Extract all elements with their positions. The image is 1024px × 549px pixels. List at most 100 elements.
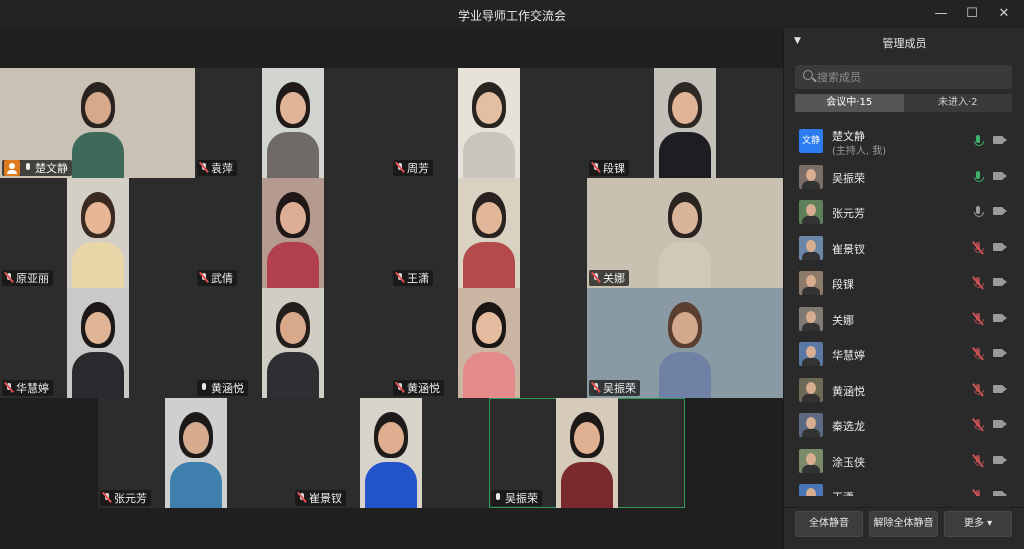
members-panel: ▼ 管理成员 会议中·15 未进入·2 文静楚文静(主持人, 我) 吴振荣张元芳崔… (783, 28, 1024, 549)
member-row[interactable]: 涂玉侠 (784, 444, 1024, 479)
participant-name: 张元芳 (114, 492, 147, 505)
video-tile[interactable]: 关娜 (587, 178, 783, 288)
video-tile[interactable]: 袁萍 (195, 68, 391, 178)
mic-muted-icon (395, 382, 405, 394)
video-feed (654, 68, 716, 178)
video-feed (556, 398, 618, 508)
participant-name: 楚文静 (35, 162, 68, 175)
camera-icon[interactable] (993, 278, 1003, 286)
mute-all-button[interactable]: 全体静音 (795, 511, 863, 537)
video-tile[interactable]: 吴振荣 (587, 288, 783, 398)
camera-icon[interactable] (993, 420, 1003, 428)
camera-icon[interactable] (993, 384, 1003, 393)
mic-muted-icon (591, 382, 601, 394)
video-grid: 楚文静 袁萍 周芳 段锞 原亚丽 武倩 王潇 关娜 华慧婷 黄涵悦 黄涵悦 吴振荣 张元芳 崔景钗 吴振荣 (0, 28, 783, 549)
video-tile[interactable]: 崔景钗 (293, 398, 489, 508)
participant-nametag: 王潇 (393, 270, 433, 286)
mic-icon[interactable] (973, 170, 984, 184)
participant-name: 原亚丽 (16, 272, 49, 285)
participant-name: 黄涵悦 (211, 382, 244, 395)
camera-icon[interactable] (993, 136, 1003, 144)
video-feed (262, 68, 324, 178)
participant-nametag: 吴振荣 (589, 380, 640, 396)
member-row[interactable]: 黄涵悦 (784, 373, 1024, 408)
members-panel-footer: 全体静音 解除全体静音 更多 ▾ (784, 507, 1024, 549)
member-row[interactable]: 段锞 (784, 266, 1024, 301)
avatar (799, 306, 823, 331)
video-feed (458, 68, 520, 178)
member-row[interactable]: 吴振荣 (784, 160, 1024, 195)
member-name: 张元芳 (832, 207, 865, 220)
video-tile[interactable]: 段锞 (587, 68, 783, 178)
tab-not-joined[interactable]: 未进入·2 (904, 94, 1013, 112)
mic-muted-icon (591, 162, 601, 174)
member-name: 吴振荣 (832, 171, 865, 185)
member-search-input[interactable] (817, 65, 1007, 89)
member-row[interactable]: 文静 楚文静 (主持人, 我) (784, 124, 1024, 159)
video-feed (360, 398, 422, 508)
video-tile[interactable]: 张元芳 (98, 398, 293, 508)
camera-icon[interactable] (993, 349, 1003, 357)
member-role: (主持人, 我) (832, 146, 887, 157)
tab-in-meeting[interactable]: 会议中·15 (795, 94, 904, 112)
participant-name: 关娜 (603, 272, 625, 285)
mic-muted-icon[interactable] (972, 347, 984, 361)
mic-icon[interactable] (973, 206, 984, 219)
participant-nametag: 黄涵悦 (393, 380, 444, 396)
participant-name: 武倩 (211, 272, 233, 285)
camera-icon[interactable] (993, 313, 1003, 322)
mic-muted-icon[interactable] (972, 311, 984, 326)
participant-nametag: 张元芳 (100, 490, 151, 506)
camera-icon[interactable] (993, 207, 1003, 215)
camera-icon[interactable] (993, 491, 1003, 496)
maximize-icon[interactable]: ☐ (961, 4, 983, 24)
meeting-window: 学业导师工作交流会 — ☐ ✕ 楚文静 袁萍 周芳 段锞 原亚丽 武倩 王潇 关娜 华慧婷 黄涵悦… (0, 0, 1024, 549)
camera-icon[interactable] (993, 242, 1003, 251)
unmute-all-button[interactable]: 解除全体静音 (869, 511, 938, 537)
member-name: 秦选龙 (832, 420, 865, 433)
camera-icon[interactable] (993, 455, 1003, 464)
member-row[interactable]: 张元芳 (784, 195, 1024, 230)
video-tile[interactable]: 楚文静 (0, 68, 195, 178)
video-feed (165, 398, 227, 508)
video-tile[interactable]: 周芳 (391, 68, 587, 178)
camera-icon[interactable] (993, 171, 1003, 180)
video-tile[interactable]: 黄涵悦 (195, 288, 391, 398)
member-row[interactable]: 关娜 (784, 302, 1024, 337)
mic-icon[interactable] (973, 135, 984, 148)
video-tile[interactable]: 王潇 (391, 178, 587, 288)
member-row[interactable]: 秦选龙 (784, 408, 1024, 443)
participant-name: 段锞 (603, 162, 625, 175)
search-icon (803, 70, 813, 80)
mic-muted-icon[interactable] (972, 418, 984, 432)
video-tile[interactable]: 华慧婷 (0, 288, 195, 398)
video-tile[interactable]: 原亚丽 (0, 178, 195, 288)
member-row[interactable]: 华慧婷 (784, 337, 1024, 372)
mute-slash (972, 418, 984, 432)
video-tile[interactable]: 黄涵悦 (391, 288, 587, 398)
participant-nametag: 周芳 (393, 160, 433, 176)
member-tabs: 会议中·15 未进入·2 (795, 94, 1012, 112)
video-tile[interactable]: 武倩 (195, 178, 391, 288)
minimize-icon[interactable]: — (930, 4, 952, 24)
participant-name: 袁萍 (211, 162, 233, 175)
video-feed (458, 288, 520, 398)
mic-muted-icon[interactable] (972, 240, 984, 255)
video-feed (67, 288, 129, 398)
close-icon[interactable]: ✕ (993, 4, 1015, 24)
mic-muted-icon[interactable] (972, 382, 984, 397)
member-row[interactable]: 王潇 (784, 479, 1024, 496)
member-row[interactable]: 崔景钗 (784, 231, 1024, 266)
mute-slash (972, 489, 984, 496)
video-tile[interactable]: 吴振荣 (489, 398, 685, 508)
mic-muted-icon[interactable] (972, 276, 984, 290)
mute-slash (972, 347, 984, 361)
member-search[interactable] (795, 65, 1012, 89)
more-button[interactable]: 更多 ▾ (944, 511, 1012, 537)
mic-muted-icon[interactable] (972, 453, 984, 468)
member-name: 华慧婷 (832, 349, 865, 362)
members-panel-header: ▼ 管理成员 (784, 28, 1024, 56)
mic-muted-icon[interactable] (972, 489, 984, 496)
mute-slash (972, 453, 984, 468)
mic-muted-icon (297, 492, 307, 504)
